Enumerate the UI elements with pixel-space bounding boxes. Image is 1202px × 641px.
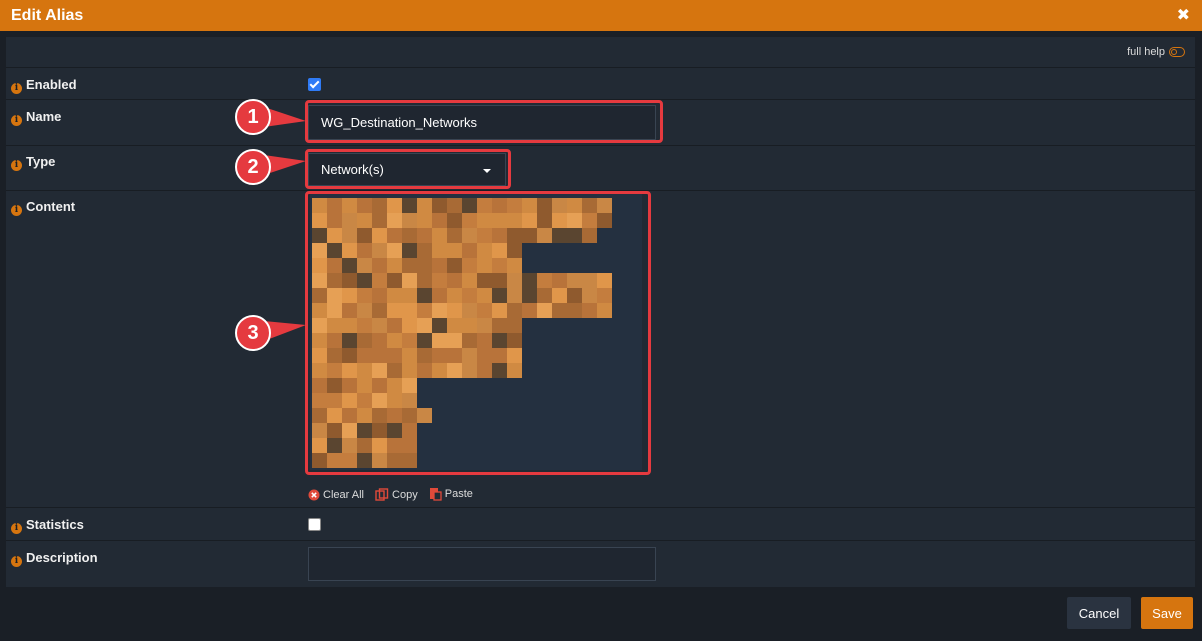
description-input[interactable] xyxy=(308,547,656,581)
enabled-checkbox[interactable] xyxy=(308,78,321,91)
cancel-button[interactable]: Cancel xyxy=(1067,597,1131,629)
paste-button[interactable]: Paste xyxy=(429,487,473,501)
row-enabled: i Enabled xyxy=(6,68,1195,100)
info-icon[interactable]: i xyxy=(11,115,22,126)
enabled-label: i Enabled xyxy=(11,77,77,94)
dialog-titlebar: Edit Alias ✖ xyxy=(0,0,1202,31)
info-icon[interactable]: i xyxy=(11,160,22,171)
content-label: i Content xyxy=(11,199,75,216)
clear-all-button[interactable]: Clear All xyxy=(308,489,364,501)
callout-1: 1 xyxy=(234,99,306,135)
annotation-box-content xyxy=(305,191,651,475)
annotation-box-name xyxy=(305,100,663,143)
info-icon[interactable]: i xyxy=(11,83,22,94)
clear-icon xyxy=(308,489,320,501)
toggle-icon xyxy=(1169,47,1185,58)
description-label: i Description xyxy=(11,550,98,567)
name-label: i Name xyxy=(11,109,61,126)
row-statistics: i Statistics xyxy=(6,508,1195,541)
annotation-box-type xyxy=(305,149,511,189)
help-bar: full help xyxy=(6,37,1195,68)
copy-button[interactable]: Copy xyxy=(375,488,418,501)
statistics-label: i Statistics xyxy=(11,517,84,534)
copy-icon xyxy=(375,488,389,501)
callout-3: 3 xyxy=(234,315,306,351)
type-label: i Type xyxy=(11,154,55,171)
info-icon[interactable]: i xyxy=(11,556,22,567)
info-icon[interactable]: i xyxy=(11,523,22,534)
callout-2: 2 xyxy=(234,149,306,185)
full-help-label: full help xyxy=(1127,46,1165,58)
statistics-checkbox[interactable] xyxy=(308,518,321,531)
full-help-toggle[interactable]: full help xyxy=(1127,46,1185,58)
content-actions: Clear All Copy Paste xyxy=(308,487,481,504)
info-icon[interactable]: i xyxy=(11,205,22,216)
save-button[interactable]: Save xyxy=(1141,597,1193,629)
paste-icon xyxy=(429,488,442,501)
row-type: i Type xyxy=(6,146,1195,191)
close-icon[interactable]: ✖ xyxy=(1177,5,1190,25)
dialog-title: Edit Alias xyxy=(11,7,84,24)
